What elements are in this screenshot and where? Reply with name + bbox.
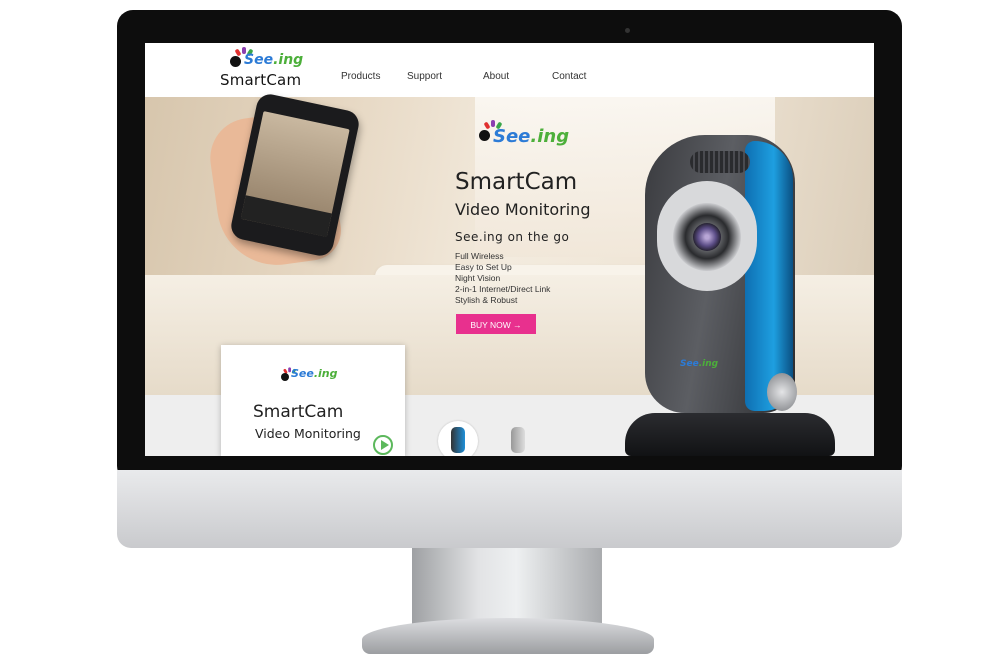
phone-controls-bar (240, 195, 332, 237)
play-icon[interactable] (373, 435, 393, 455)
monitor-chin (117, 470, 902, 548)
smartcam-blue-panel (745, 141, 793, 411)
camera-thumbnail-icon[interactable] (438, 421, 478, 456)
hero-title: SmartCam (455, 169, 578, 195)
smartcam-knob (767, 373, 797, 411)
hero-see-text: See.ing (493, 126, 570, 147)
monitor-stand-neck (412, 548, 602, 626)
logo-name: SmartCam (220, 71, 302, 89)
hero-logo: See.ing (475, 118, 615, 164)
phone-live-view (240, 111, 350, 237)
hero-logo-eye-icon (479, 130, 490, 141)
top-navigation: See.ing SmartCam Products Support About … (145, 43, 874, 97)
camera-thumbnail-icon[interactable] (498, 421, 538, 456)
monitor-stand-base (362, 618, 654, 654)
nav-support[interactable]: Support (407, 71, 442, 82)
smartcam-stand (625, 413, 835, 456)
hero-subtitle: Video Monitoring (455, 200, 591, 219)
video-card-logo: See.ing (279, 365, 359, 389)
feature-item: Full Wireless (455, 251, 504, 261)
nav-products[interactable]: Products (341, 71, 380, 82)
video-see-text: See.ing (291, 367, 338, 380)
video-card[interactable]: See.ing SmartCam Video Monitoring (221, 345, 405, 456)
nav-contact[interactable]: Contact (552, 71, 586, 82)
nav-about[interactable]: About (483, 71, 509, 82)
hero-tagline: See.ing on the go (455, 230, 570, 244)
video-logo-eye-icon (281, 373, 289, 381)
video-card-title: SmartCam (253, 402, 344, 422)
smartcam-logo-badge: See.ing (680, 359, 719, 369)
feature-list: Full Wireless Easy to Set Up Night Visio… (455, 251, 550, 306)
feature-item: Easy to Set Up (455, 262, 512, 272)
brand-logo[interactable]: See.ing SmartCam (220, 47, 320, 93)
feature-item: 2-in-1 Internet/Direct Link (455, 284, 551, 294)
feature-item: Night Vision (455, 273, 501, 283)
smartcam-speaker-grill (690, 151, 750, 173)
logo-eye-icon (230, 56, 241, 67)
logo-see-text: See.ing (244, 52, 304, 68)
website-screen: See.ing SmartCam Products Support About … (145, 43, 874, 456)
smartcam-lens (693, 223, 721, 251)
feature-item: Stylish & Robust (455, 295, 518, 305)
video-card-subtitle: Video Monitoring (255, 426, 361, 441)
buy-now-button[interactable]: BUY NOW → (456, 314, 536, 334)
webcam-dot (625, 28, 630, 33)
